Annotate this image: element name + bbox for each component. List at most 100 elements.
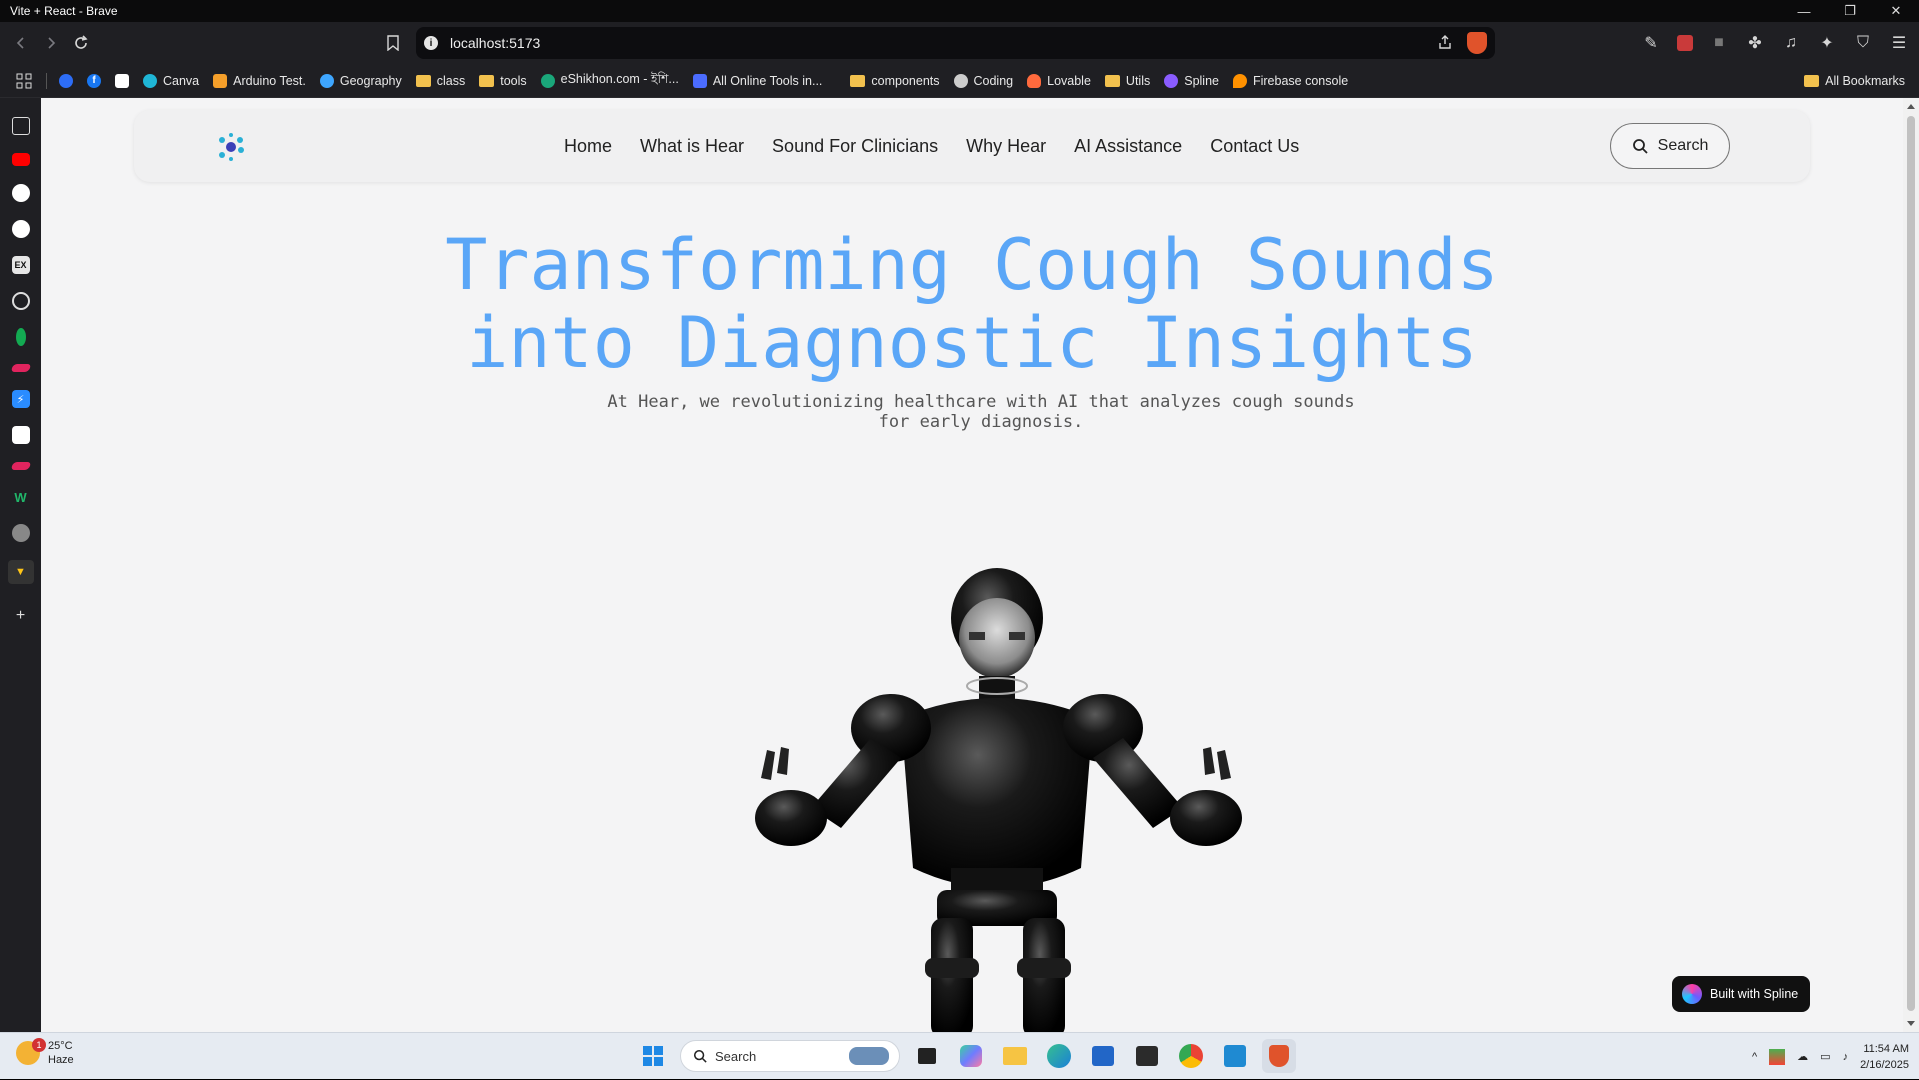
nav-sound-for-clinicians[interactable]: Sound For Clinicians	[772, 136, 938, 157]
robot-3d-scene[interactable]	[701, 568, 1261, 1032]
bookmark-item[interactable]	[59, 73, 73, 88]
bookmark-item[interactable]: Coding	[953, 73, 1013, 88]
bookmark-item[interactable]: Arduino Test.	[213, 73, 306, 88]
url-text[interactable]: localhost:5173	[450, 35, 540, 51]
chrome-icon[interactable]	[1174, 1039, 1208, 1073]
all-bookmarks[interactable]: All Bookmarks	[1804, 74, 1905, 88]
page-scrollbar[interactable]	[1903, 98, 1919, 1032]
onedrive-icon[interactable]: ☁	[1797, 1050, 1808, 1063]
search-button[interactable]: Search	[1610, 123, 1730, 169]
extension-red-icon[interactable]	[1677, 35, 1693, 51]
pen-extension-icon[interactable]: ✎	[1641, 33, 1661, 53]
stripe-icon[interactable]	[10, 462, 31, 470]
stripe-icon[interactable]	[10, 364, 31, 372]
minimize-button[interactable]: —	[1781, 0, 1827, 22]
mongodb-icon[interactable]	[15, 328, 26, 346]
target-icon[interactable]	[11, 292, 30, 310]
table-icon[interactable]	[11, 426, 30, 444]
clock-time: 11:54 AM	[1863, 1042, 1909, 1055]
add-panel-icon[interactable]: +	[12, 607, 30, 625]
bookmark-label: components	[871, 73, 940, 88]
scroll-down-icon[interactable]	[1907, 1021, 1915, 1026]
bookmark-label: Canva	[163, 73, 200, 88]
tray-app-icon[interactable]	[1769, 1048, 1786, 1065]
web-icon[interactable]	[11, 524, 30, 542]
weather-desc: Haze	[48, 1054, 74, 1066]
music-icon[interactable]: ♫	[1781, 33, 1801, 53]
reload-icon[interactable]	[68, 30, 94, 56]
vite-icon[interactable]: ▼	[7, 560, 34, 584]
bookmark-item[interactable]: class	[415, 73, 466, 88]
terminal-icon[interactable]	[1130, 1039, 1164, 1073]
back-icon[interactable]	[8, 30, 34, 56]
exchange-icon[interactable]: EX	[11, 256, 30, 274]
extensions-puzzle-icon[interactable]: ✤	[1745, 33, 1765, 53]
browser-toolbar: i localhost:5173 ✎ ■ ✤ ♫ ✦ ⛉ ☰	[0, 22, 1919, 64]
volume-icon[interactable]: ♪	[1843, 1051, 1849, 1063]
bookmark-item[interactable]: All Online Tools in...	[692, 73, 822, 88]
store-icon[interactable]	[1086, 1039, 1120, 1073]
restore-button[interactable]: ❐	[1827, 0, 1873, 22]
bookmark-item[interactable]: f	[87, 73, 101, 88]
clock[interactable]: 11:54 AM 2/16/2025	[1860, 1041, 1909, 1073]
built-with-spline-badge[interactable]: Built with Spline	[1672, 976, 1810, 1012]
apps-grid-icon[interactable]	[16, 73, 32, 89]
logo-icon[interactable]	[214, 132, 248, 162]
bookmark-item[interactable]: Spline	[1164, 73, 1219, 88]
file-explorer-icon[interactable]	[998, 1039, 1032, 1073]
vpn-icon[interactable]: ⛉	[1853, 33, 1873, 53]
all-bookmarks-label: All Bookmarks	[1825, 73, 1905, 88]
bookmark-label: tools	[500, 73, 527, 88]
scrollbar-thumb[interactable]	[1907, 116, 1915, 1011]
bookmark-item[interactable]: Utils	[1104, 74, 1150, 88]
edge-icon[interactable]	[1042, 1039, 1076, 1073]
taskbar-search[interactable]: Search	[680, 1040, 900, 1072]
brave-icon[interactable]	[1262, 1039, 1296, 1073]
bookmark-item[interactable]: Canva	[143, 73, 200, 88]
weather-widget[interactable]: 1 25°C Haze	[16, 1038, 74, 1067]
bookmark-label: Firebase console	[1252, 73, 1349, 88]
extension-gray-icon[interactable]: ■	[1709, 33, 1729, 53]
bookmark-label: class	[436, 73, 466, 88]
firebase-icon	[1232, 73, 1247, 88]
bookmark-item[interactable]: tools	[479, 73, 527, 88]
bookmark-item[interactable]	[115, 73, 129, 88]
bolt-icon[interactable]: ⚡	[11, 390, 30, 408]
task-view-icon[interactable]	[910, 1039, 944, 1073]
github-icon[interactable]	[11, 220, 30, 238]
bookmark-item[interactable]: Lovable	[1027, 73, 1091, 88]
address-bar[interactable]: i localhost:5173	[416, 27, 1495, 59]
leo-ai-icon[interactable]: ✦	[1817, 33, 1837, 53]
tray-chevron-icon[interactable]: ^	[1752, 1051, 1757, 1063]
bookmark-icon[interactable]	[380, 30, 406, 56]
sidebar-toggle-icon[interactable]	[11, 117, 30, 135]
bookmark-item[interactable]: components	[850, 73, 940, 88]
forward-icon[interactable]	[38, 30, 64, 56]
pen-icon	[59, 73, 73, 88]
bookmark-item[interactable]: Firebase console	[1232, 73, 1349, 88]
folder-icon	[850, 74, 866, 87]
youtube-icon[interactable]	[11, 153, 30, 166]
bookmark-item[interactable]: eShikhon.com - ইশি...	[540, 71, 679, 91]
nav-contact-us[interactable]: Contact Us	[1210, 136, 1299, 157]
capcut-icon	[115, 73, 129, 88]
copilot-icon[interactable]	[954, 1039, 988, 1073]
hero-title-line1: Transforming Cough Sounds	[445, 224, 1499, 306]
nav-ai-assistance[interactable]: AI Assistance	[1074, 136, 1182, 157]
nav-why-hear[interactable]: Why Hear	[966, 136, 1046, 157]
bookmark-item[interactable]: Geography	[319, 73, 402, 88]
close-button[interactable]: ✕	[1873, 0, 1919, 22]
menu-icon[interactable]: ☰	[1889, 33, 1909, 53]
nav-what-is-hear[interactable]: What is Hear	[640, 136, 744, 157]
network-icon[interactable]: ▭	[1820, 1050, 1830, 1063]
nav-home[interactable]: Home	[564, 136, 612, 157]
scroll-up-icon[interactable]	[1907, 104, 1915, 109]
brave-shield-icon[interactable]	[1467, 32, 1487, 54]
vscode-icon[interactable]	[1218, 1039, 1252, 1073]
site-info-icon[interactable]: i	[424, 36, 438, 50]
hero-subtitle-line2: for early diagnosis.	[878, 412, 1084, 432]
share-icon[interactable]	[1437, 34, 1453, 53]
github-icon[interactable]	[11, 184, 30, 202]
start-icon[interactable]	[636, 1039, 670, 1073]
w-icon[interactable]: W	[12, 488, 30, 506]
